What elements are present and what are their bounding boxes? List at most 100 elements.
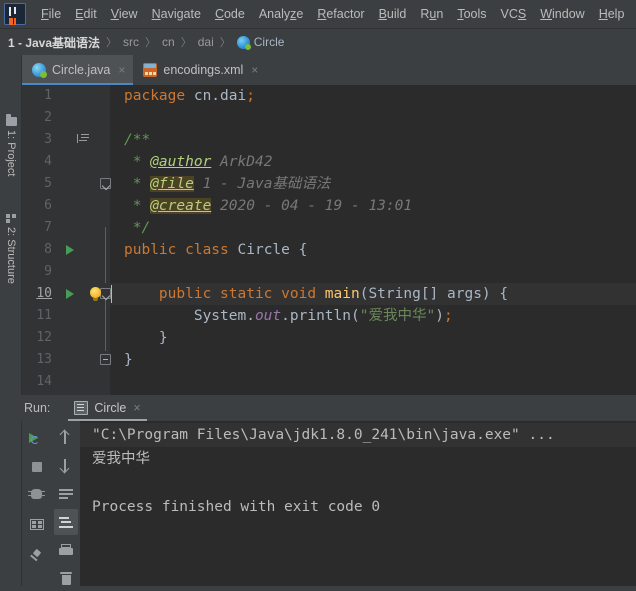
code-field-out: out xyxy=(254,308,282,324)
breadcrumb-project[interactable]: 1 - Java基础语法 xyxy=(8,34,100,51)
menu-help[interactable]: Help xyxy=(592,4,632,24)
rerun-button[interactable] xyxy=(25,425,49,451)
menu-edit[interactable]: Edit xyxy=(68,4,104,24)
close-icon[interactable]: × xyxy=(133,401,140,415)
sidebar-item-project-label: 1: Project xyxy=(5,130,17,177)
menu-refactor[interactable]: Refactor xyxy=(310,4,371,24)
javadoc-star: * xyxy=(124,154,151,170)
intellij-idea-window: File Edit View Navigate Code Analyze Ref… xyxy=(0,0,636,586)
menu-file[interactable]: File xyxy=(34,4,68,24)
run-label: Run: xyxy=(24,401,51,415)
clear-all-button[interactable] xyxy=(54,565,78,591)
line-number: 3 xyxy=(44,132,52,147)
soft-wrap-button[interactable] xyxy=(54,481,78,507)
code-text-area[interactable]: package cn.dai; /** * @author ArkD42 * @… xyxy=(110,85,636,395)
menu-view[interactable]: View xyxy=(104,4,145,24)
console-line-exit: Process finished with exit code 0 xyxy=(92,499,381,515)
menu-analyze[interactable]: Analyze xyxy=(252,4,310,24)
tab-circle-java[interactable]: Circle.java × xyxy=(22,55,134,85)
pin-icon xyxy=(30,550,43,563)
java-class-icon xyxy=(32,63,47,78)
breadcrumb-item-src[interactable]: src xyxy=(123,35,139,49)
run-toolbar-column-left xyxy=(22,421,51,586)
pin-tab-button[interactable] xyxy=(25,543,49,569)
breadcrumb: 1 - Java基础语法 〉 src 〉 cn 〉 dai 〉 Circle xyxy=(0,29,636,55)
menu-code[interactable]: Code xyxy=(208,4,252,24)
stop-icon xyxy=(32,462,42,472)
left-tool-strip: 1: Project 2: Structure xyxy=(0,55,22,586)
code-string-literal: "爱我中华" xyxy=(359,308,436,324)
intellij-idea-logo-icon xyxy=(4,3,26,25)
breadcrumb-separator-icon: 〉 xyxy=(219,37,231,49)
run-config-icon xyxy=(74,401,89,415)
javadoc-text: 1 - Java基础语法 xyxy=(193,176,331,192)
javadoc-open: /** xyxy=(124,132,151,148)
close-icon[interactable]: × xyxy=(251,63,258,77)
console-line-output: 爱我中华 xyxy=(92,451,150,467)
code-line-12: } xyxy=(110,327,636,349)
javadoc-close: */ xyxy=(124,220,151,236)
intention-bulb-icon[interactable] xyxy=(90,287,101,301)
line-number: 6 xyxy=(44,198,52,213)
scroll-to-end-icon xyxy=(59,517,73,528)
javadoc-tag-create: @create xyxy=(150,198,212,214)
tab-encodings-xml[interactable]: encodings.xml × xyxy=(133,55,266,85)
code-line-13: } xyxy=(110,349,636,371)
print-button[interactable] xyxy=(54,537,78,563)
run-tab-circle[interactable]: Circle × xyxy=(68,395,147,421)
code-brace: { xyxy=(289,242,308,258)
editor-gutter[interactable]: 1 2 3 4 5 6 7 8 9 10 11 12 13 14 xyxy=(22,85,111,395)
xml-file-icon xyxy=(143,63,158,77)
javadoc-text: 2020 - 04 - 19 - 13:01 xyxy=(211,198,413,214)
line-number: 5 xyxy=(44,176,52,191)
run-console[interactable]: "C:\Program Files\Java\jdk1.8.0_241\bin\… xyxy=(80,421,636,586)
menu-navigate[interactable]: Navigate xyxy=(145,4,208,24)
code-keyword: package xyxy=(124,88,186,104)
debug-rerun-icon xyxy=(28,489,45,499)
console-line-command: "C:\Program Files\Java\jdk1.8.0_241\bin\… xyxy=(80,423,636,447)
breadcrumb-item-circle[interactable]: Circle xyxy=(254,35,285,49)
line-number: 13 xyxy=(36,352,52,367)
text-caret xyxy=(111,285,112,303)
run-method-icon[interactable] xyxy=(66,289,74,299)
close-icon[interactable]: × xyxy=(118,63,125,77)
code-class-name: Circle xyxy=(228,242,290,258)
layout-icon xyxy=(30,519,44,530)
javadoc-star: * xyxy=(124,198,151,214)
soft-wrap-icon xyxy=(59,489,73,500)
breadcrumb-separator-icon: 〉 xyxy=(145,37,157,49)
run-tab-label: Circle xyxy=(94,401,127,415)
menu-window[interactable]: Window xyxy=(533,4,591,24)
code-brace: } xyxy=(124,352,133,368)
line-number: 11 xyxy=(36,308,52,323)
menu-vcs[interactable]: VCS xyxy=(494,4,534,24)
menu-bar: File Edit View Navigate Code Analyze Ref… xyxy=(0,0,636,29)
run-class-icon[interactable] xyxy=(66,245,74,255)
code-system-object: System. xyxy=(124,308,255,324)
menu-build[interactable]: Build xyxy=(372,4,414,24)
trash-icon xyxy=(60,572,72,585)
stop-button[interactable] xyxy=(25,453,49,479)
run-tool-window-header: Run: Circle × xyxy=(0,395,636,421)
code-method-args: (String[] args) xyxy=(359,286,491,302)
sidebar-item-structure[interactable]: 2: Structure xyxy=(0,213,22,299)
arrow-down-icon xyxy=(64,459,66,472)
java-class-icon xyxy=(236,35,251,50)
scroll-to-end-button[interactable] xyxy=(54,509,78,535)
breadcrumb-item-cn[interactable]: cn xyxy=(162,35,175,49)
breadcrumb-item-dai[interactable]: dai xyxy=(198,35,214,49)
tab-encodings-xml-label: encodings.xml xyxy=(163,63,244,77)
code-editor[interactable]: 1 2 3 4 5 6 7 8 9 10 11 12 13 14 package… xyxy=(22,85,636,395)
scroll-up-button[interactable] xyxy=(54,425,78,451)
menu-tools[interactable]: Tools xyxy=(450,4,493,24)
layout-button[interactable] xyxy=(25,511,49,537)
code-println-call: .println( xyxy=(281,308,360,324)
breadcrumb-separator-icon: 〉 xyxy=(106,37,118,49)
line-number: 1 xyxy=(44,88,52,103)
line-number: 2 xyxy=(44,110,52,125)
rerun-failed-button[interactable] xyxy=(25,481,49,507)
scroll-down-button[interactable] xyxy=(54,453,78,479)
sidebar-item-project[interactable]: 1: Project xyxy=(0,114,22,197)
menu-run[interactable]: Run xyxy=(413,4,450,24)
